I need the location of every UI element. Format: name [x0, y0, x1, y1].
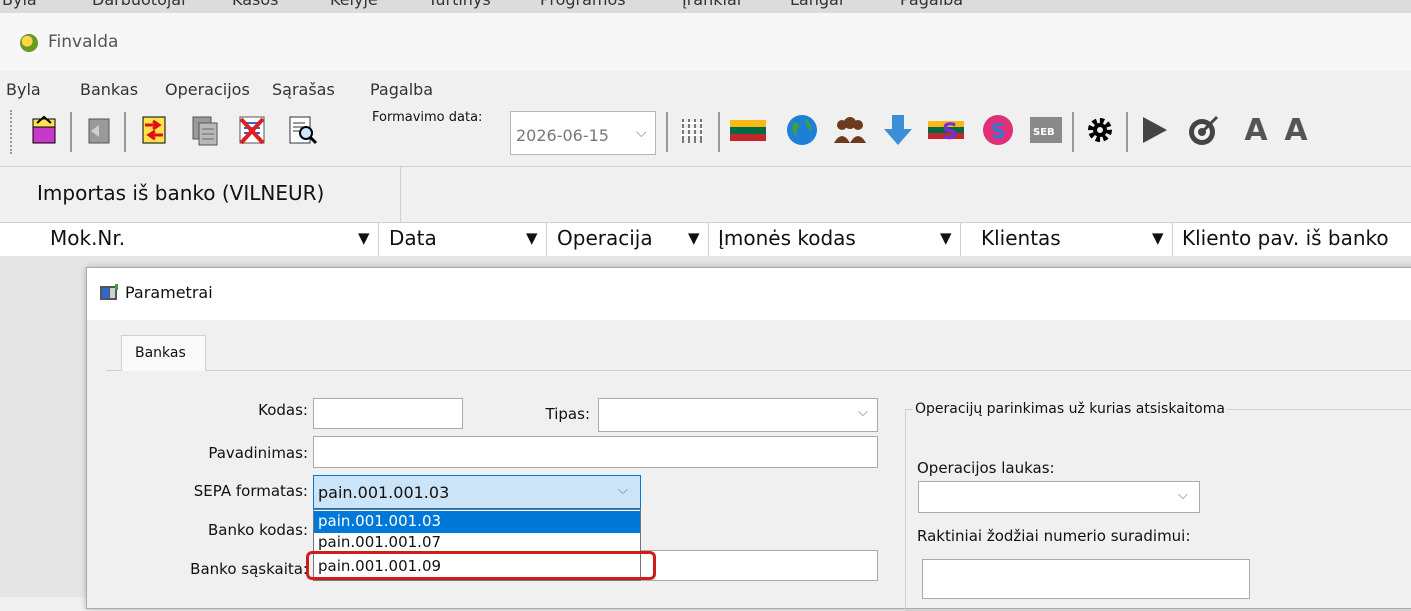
toolbar-separator — [666, 112, 668, 152]
import-box-icon[interactable] — [26, 112, 62, 148]
sepa-label: SEPA formatas: — [193, 482, 308, 500]
svg-text:S: S — [942, 120, 958, 145]
column-klientas[interactable]: Klientas — [981, 226, 1061, 250]
toolbar-grip — [10, 110, 15, 154]
back-icon[interactable] — [80, 112, 116, 148]
chevron-down-icon[interactable]: ⌵ — [858, 405, 868, 420]
transfer-icon[interactable] — [136, 112, 172, 148]
svg-text:SEB: SEB — [1033, 127, 1055, 138]
play-icon[interactable] — [1136, 112, 1172, 148]
bg-menu-item: Darbuotojai — [92, 0, 186, 9]
copy-icon[interactable] — [186, 112, 222, 148]
column-divider — [378, 222, 379, 256]
filter-arrow-icon[interactable]: ▼ — [358, 229, 370, 247]
menu-byla[interactable]: Byla — [6, 80, 41, 99]
banko-kodas-label: Banko kodas: — [208, 521, 308, 539]
users-icon[interactable] — [832, 112, 868, 148]
tab-baseline — [106, 370, 1411, 371]
column-kliento-pav[interactable]: Kliento pav. iš banko — [1182, 226, 1389, 250]
dialog-title: Parametrai — [125, 283, 213, 302]
kodas-label: Kodas: — [258, 401, 308, 419]
s-badge-icon[interactable]: S — [980, 112, 1016, 148]
column-operacija[interactable]: Operacija — [557, 226, 653, 250]
sepa-option-label: pain.001.001.03 — [318, 512, 442, 530]
column-divider — [1172, 222, 1173, 256]
menu-pagalba[interactable]: Pagalba — [370, 80, 433, 99]
date-value: 2026-06-15 — [516, 126, 609, 145]
gear-icon[interactable] — [1082, 112, 1118, 148]
annotation-highlight-ring — [306, 551, 656, 580]
seb-icon[interactable]: SEB — [1028, 112, 1064, 148]
bg-menu-item: Kasos — [232, 0, 278, 9]
columns-icon[interactable] — [674, 112, 710, 148]
bg-menu-item: Programos — [540, 0, 626, 9]
groupbox-title: Operacijų parinkimas už kurias atsiskait… — [913, 401, 1227, 417]
menu-sarasas[interactable]: Sąrašas — [272, 80, 335, 99]
column-divider — [546, 222, 547, 256]
svg-text:S: S — [991, 119, 1005, 143]
column-mok-nr[interactable]: Mok.Nr. — [50, 226, 125, 250]
background-window-menu: Byla Darbuotojai Kasos Kelyje Turtinys P… — [0, 0, 1411, 13]
pavadinimas-label: Pavadinimas: — [208, 444, 308, 462]
bg-menu-item: Pagalba — [900, 0, 963, 9]
globe-icon[interactable] — [784, 112, 820, 148]
app-logo-icon — [20, 34, 38, 52]
search-doc-icon[interactable] — [284, 112, 320, 148]
sepa-format-value: pain.001.001.03 — [318, 483, 450, 502]
flag-s-icon[interactable]: S — [928, 112, 964, 148]
pavadinimas-input[interactable] — [313, 436, 878, 468]
download-arrow-icon[interactable] — [880, 112, 916, 148]
banko-saskaita-input[interactable] — [640, 550, 878, 581]
sepa-option[interactable]: pain.001.001.07 — [318, 533, 441, 551]
chevron-down-icon[interactable]: ⌵ — [1178, 488, 1188, 503]
column-imones-kodas[interactable]: Įmonės kodas — [718, 226, 856, 250]
bg-menu-item: Byla — [2, 0, 37, 9]
target-icon[interactable] — [1186, 112, 1222, 148]
keywords-textarea[interactable] — [922, 559, 1250, 599]
menu-bankas[interactable]: Bankas — [80, 80, 138, 99]
op-field-select[interactable] — [918, 481, 1200, 513]
title-bar — [0, 13, 1411, 71]
font-a-icon[interactable]: A — [1238, 112, 1274, 148]
tipas-label: Tipas: — [545, 405, 590, 423]
menu-operacijos[interactable]: Operacijos — [165, 80, 250, 99]
chevron-down-icon[interactable]: ⌵ — [636, 125, 647, 141]
bg-menu-item: Įrankiai — [682, 0, 741, 9]
banko-saskaita-label: Banko sąskaita: — [190, 560, 308, 578]
chevron-down-icon[interactable]: ⌵ — [618, 483, 628, 498]
op-field-label: Operacijos laukas: — [917, 459, 1055, 477]
tab-bankas-label: Bankas — [135, 345, 186, 361]
kodas-input[interactable] — [313, 398, 463, 429]
delete-list-icon[interactable] — [234, 112, 270, 148]
dialog-window-icon — [99, 283, 119, 303]
toolbar-separator — [718, 112, 720, 152]
filter-arrow-icon[interactable]: ▼ — [688, 229, 700, 247]
toolbar-separator — [1126, 112, 1128, 152]
date-label: Formavimo data: — [372, 110, 483, 125]
column-divider — [960, 222, 961, 256]
filter-arrow-icon[interactable]: ▼ — [526, 229, 538, 247]
column-divider — [708, 222, 709, 256]
filter-arrow-icon[interactable]: ▼ — [940, 229, 952, 247]
toolbar-separator — [1072, 112, 1074, 152]
column-data[interactable]: Data — [389, 226, 437, 250]
filter-arrow-icon[interactable]: ▼ — [1152, 229, 1164, 247]
toolbar-separator — [70, 112, 72, 152]
bg-menu-item: Turtinys — [428, 0, 491, 9]
tab-import-label: Importas iš banko (VILNEUR) — [37, 181, 325, 205]
keywords-label: Raktiniai žodžiai numerio suradimui: — [917, 527, 1191, 545]
lithuania-flag-icon[interactable] — [730, 112, 766, 148]
tipas-select[interactable] — [598, 398, 878, 432]
dialog-title-bar — [87, 268, 1411, 320]
font-settings-icon[interactable]: A — [1278, 112, 1314, 148]
window-title: Finvalda — [48, 32, 119, 52]
bg-menu-item: Langai — [790, 0, 843, 9]
toolbar-separator — [124, 112, 126, 152]
bg-menu-item: Kelyje — [330, 0, 378, 9]
